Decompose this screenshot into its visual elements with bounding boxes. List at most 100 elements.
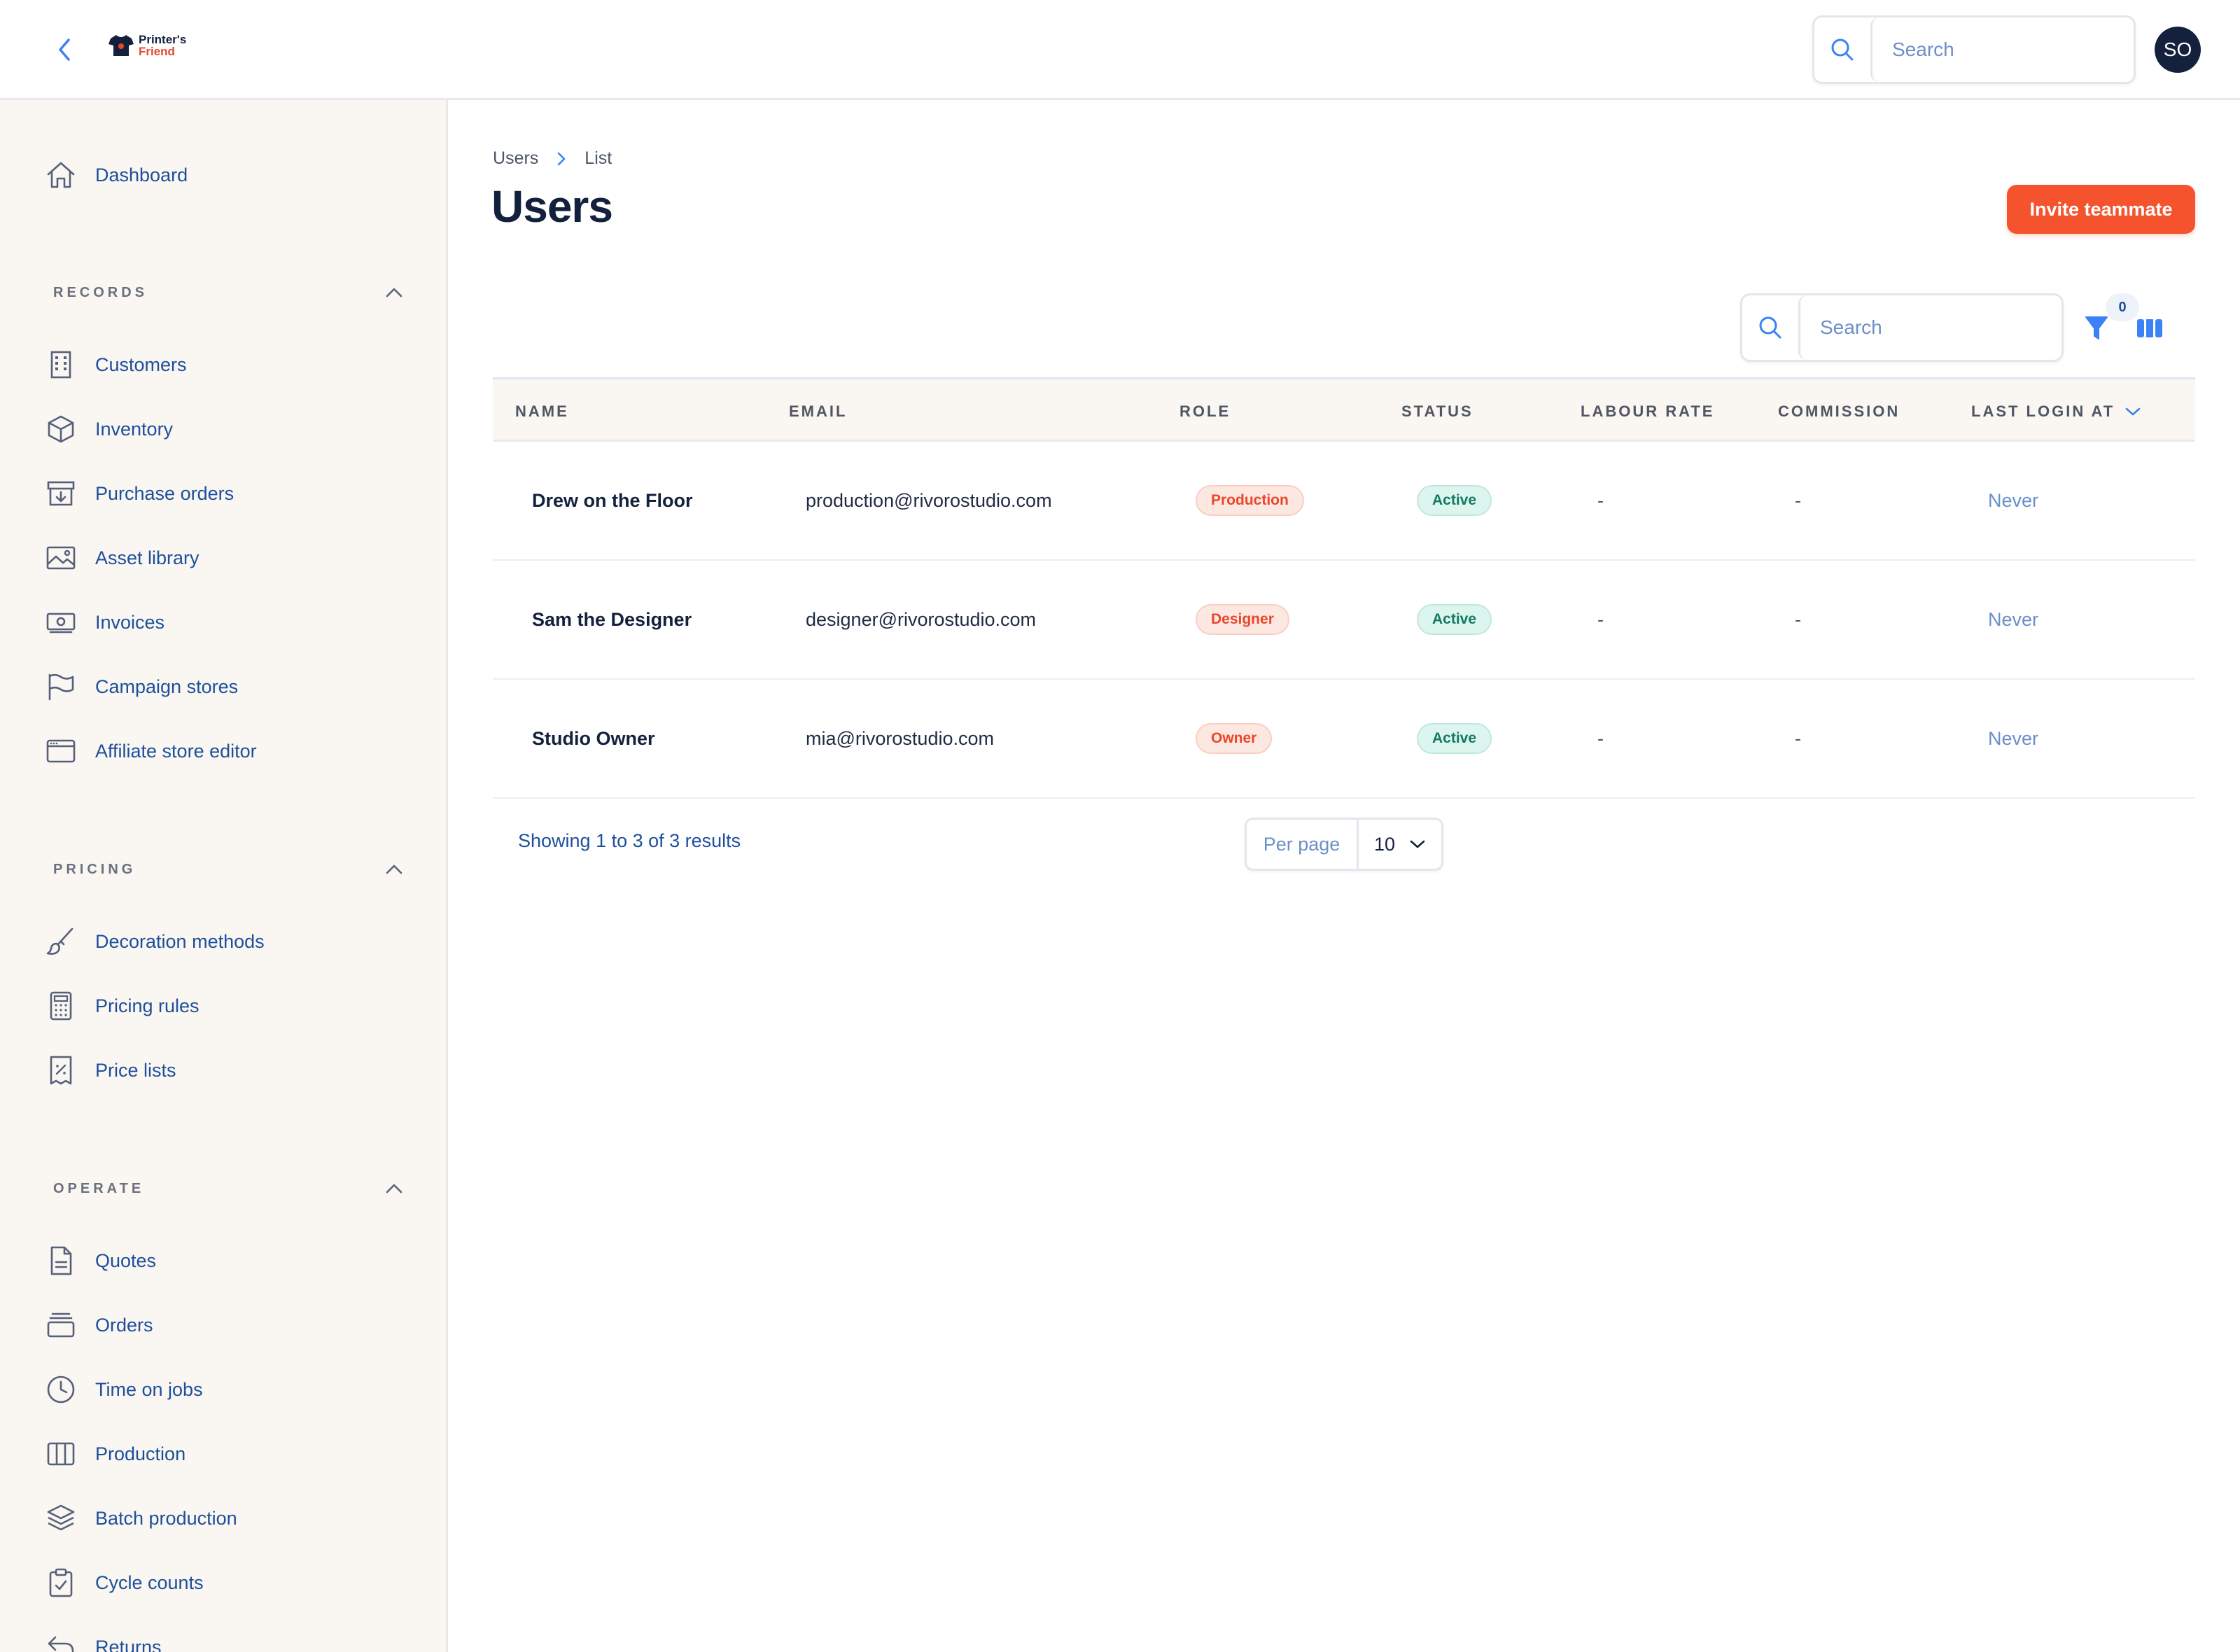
breadcrumb: Users List	[493, 148, 612, 169]
sidebar-item-label: Customers	[95, 354, 187, 375]
section-header-pricing[interactable]: PRICING	[53, 852, 403, 887]
app-logo[interactable]: Printer's Friend	[108, 34, 186, 57]
chevron-up-icon	[386, 1184, 402, 1194]
table-search-input[interactable]	[1800, 295, 2062, 360]
page-title: Users	[491, 181, 613, 232]
column-header-labour-rate[interactable]: LABOUR RATE	[1581, 379, 1714, 444]
flag-icon	[45, 671, 77, 703]
sidebar-item-orders[interactable]: Orders	[45, 1304, 153, 1346]
columns-icon	[45, 1438, 77, 1470]
sidebar-item-production[interactable]: Production	[45, 1433, 186, 1475]
commission-value: -	[1795, 727, 1801, 749]
sidebar-item-label: Purchase orders	[95, 482, 234, 504]
role-cell: Designer	[1196, 561, 1289, 678]
table-row[interactable]: Studio Owner mia@rivorostudio.com Owner …	[493, 680, 2195, 799]
breadcrumb-list: List	[584, 148, 612, 168]
last-login-value: Never	[1988, 727, 2039, 749]
column-header-role[interactable]: ROLE	[1180, 379, 1231, 444]
image-icon	[45, 542, 77, 574]
chevron-right-icon	[557, 152, 566, 165]
sidebar-item-batch-production[interactable]: Batch production	[45, 1497, 237, 1539]
chevron-up-icon	[386, 864, 402, 874]
document-icon	[45, 1245, 77, 1277]
sidebar-item-price-lists[interactable]: Price lists	[45, 1049, 176, 1091]
status-cell: Active	[1417, 561, 1492, 678]
sidebar-item-dashboard[interactable]: Dashboard	[45, 154, 188, 196]
breadcrumb-users[interactable]: Users	[493, 148, 538, 169]
building-icon	[45, 349, 77, 381]
sidebar-item-customers[interactable]: Customers	[45, 344, 187, 386]
user-name[interactable]: Sam the Designer	[532, 561, 692, 678]
sidebar-item-label: Decoration methods	[95, 930, 265, 952]
column-header-commission[interactable]: COMMISSION	[1778, 379, 1900, 444]
sidebar-item-label: Inventory	[95, 418, 174, 440]
sidebar-item-label: Price lists	[95, 1059, 176, 1081]
user-email: mia@rivorostudio.com	[806, 727, 994, 749]
invite-teammate-button[interactable]: Invite teammate	[2007, 185, 2195, 234]
section-header-operate[interactable]: OPERATE	[53, 1171, 403, 1206]
sidebar-item-label: Quotes	[95, 1250, 157, 1271]
sidebar: Dashboard RECORDS Customers Inventory Pu…	[0, 100, 448, 1652]
brush-icon	[45, 925, 77, 958]
sidebar-item-inventory[interactable]: Inventory	[45, 408, 173, 450]
sidebar-item-label: Orders	[95, 1314, 153, 1336]
labour-rate-value: -	[1597, 608, 1604, 630]
role-badge: Designer	[1196, 604, 1289, 635]
status-cell: Active	[1417, 680, 1492, 797]
commission-value: -	[1795, 489, 1801, 511]
column-header-last-login[interactable]: LAST LOGIN AT	[1971, 379, 2141, 444]
user-name[interactable]: Drew on the Floor	[532, 442, 693, 559]
sidebar-item-label: Returns	[95, 1636, 162, 1652]
section-title: OPERATE	[53, 1180, 145, 1196]
sidebar-item-returns[interactable]: Returns	[45, 1626, 162, 1652]
sidebar-item-affiliate-store-editor[interactable]: Affiliate store editor	[45, 730, 257, 772]
sidebar-item-label: Campaign stores	[95, 676, 239, 697]
sidebar-item-label: Asset library	[95, 547, 200, 568]
sidebar-item-label: Invoices	[95, 611, 165, 633]
results-summary: Showing 1 to 3 of 3 results	[518, 830, 741, 851]
user-name[interactable]: Studio Owner	[532, 680, 655, 797]
user-avatar[interactable]: SO	[2155, 27, 2201, 73]
back-button[interactable]	[49, 34, 81, 66]
search-icon	[1742, 295, 1798, 360]
column-header-name[interactable]: NAME	[515, 379, 569, 444]
sidebar-item-cycle-counts[interactable]: Cycle counts	[45, 1562, 204, 1604]
section-header-records[interactable]: RECORDS	[53, 275, 403, 310]
role-cell: Owner	[1196, 680, 1273, 797]
layers-icon	[45, 1502, 77, 1534]
global-search	[1812, 15, 2136, 84]
sidebar-item-label: Batch production	[95, 1507, 237, 1529]
section-title: RECORDS	[53, 284, 148, 300]
table-row[interactable]: Sam the Designer designer@rivorostudio.c…	[493, 561, 2195, 680]
sidebar-item-purchase-orders[interactable]: Purchase orders	[45, 472, 234, 514]
sidebar-item-campaign-stores[interactable]: Campaign stores	[45, 666, 238, 708]
global-search-input[interactable]	[1872, 18, 2134, 82]
per-page-value: 10	[1373, 833, 1396, 855]
table-row[interactable]: Drew on the Floor production@rivorostudi…	[493, 442, 2195, 561]
toggle-columns-button[interactable]	[2132, 311, 2167, 346]
chevron-up-icon	[386, 288, 402, 298]
sidebar-item-invoices[interactable]: Invoices	[45, 601, 164, 643]
clock-icon	[45, 1373, 77, 1406]
box-icon	[45, 413, 77, 445]
column-header-status[interactable]: STATUS	[1401, 379, 1474, 444]
sidebar-item-time-on-jobs[interactable]: Time on jobs	[45, 1368, 203, 1410]
table-search	[1740, 293, 2064, 362]
per-page-select[interactable]: 10	[1359, 820, 1441, 869]
browser-window-icon	[45, 735, 77, 767]
logo-text-bottom: Friend	[139, 45, 175, 58]
status-badge: Active	[1417, 485, 1492, 516]
sidebar-item-quotes[interactable]: Quotes	[45, 1240, 156, 1282]
chevron-left-icon	[59, 38, 70, 61]
sidebar-item-asset-library[interactable]: Asset library	[45, 537, 200, 579]
sidebar-item-label: Time on jobs	[95, 1378, 203, 1400]
sidebar-item-decoration-methods[interactable]: Decoration methods	[45, 920, 265, 962]
role-cell: Production	[1196, 442, 1304, 559]
column-header-email[interactable]: EMAIL	[789, 379, 847, 444]
user-email: designer@rivorostudio.com	[806, 608, 1037, 630]
sidebar-item-label: Pricing rules	[95, 995, 200, 1016]
funnel-icon	[2085, 316, 2108, 340]
sidebar-item-pricing-rules[interactable]: Pricing rules	[45, 985, 200, 1027]
user-email: production@rivorostudio.com	[806, 489, 1052, 511]
receipt-percent-icon	[45, 1054, 77, 1086]
